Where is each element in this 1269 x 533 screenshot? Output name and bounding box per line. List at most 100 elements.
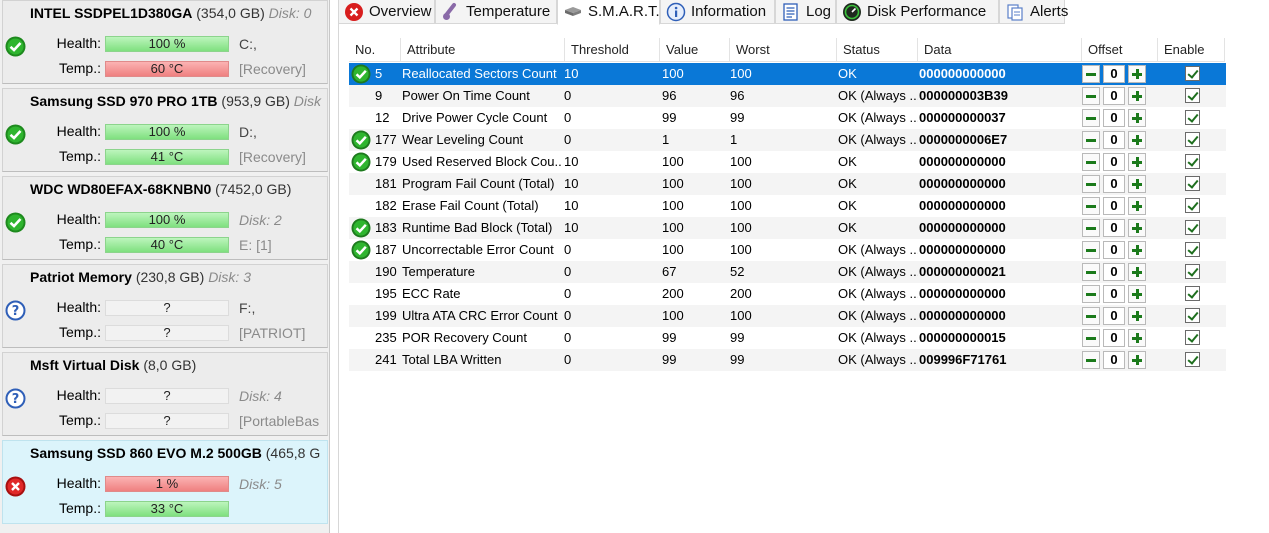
disk-tag: Disk: 3 [208,269,251,285]
offset-minus-button[interactable] [1082,241,1100,259]
offset-plus-button[interactable] [1128,307,1146,325]
offset-value[interactable]: 0 [1103,241,1125,259]
column-header[interactable]: Attribute [401,38,565,62]
tab-alerts[interactable]: Alerts [999,0,1068,24]
enable-checkbox[interactable] [1185,264,1200,279]
table-row[interactable]: 183 Runtime Bad Block (Total) 10 100 100 OK 00… [349,217,1226,239]
enable-checkbox[interactable] [1185,88,1200,103]
offset-minus-button[interactable] [1082,87,1100,105]
table-row[interactable]: 241 Total LBA Written 0 99 99 OK (Always ... 0… [349,349,1226,371]
table-row[interactable]: 199 Ultra ATA CRC Error Count 0 100 100 OK (A… [349,305,1226,327]
offset-value[interactable]: 0 [1103,263,1125,281]
offset-minus-button[interactable] [1082,131,1100,149]
offset-plus-button[interactable] [1128,131,1146,149]
column-header[interactable]: Threshold [565,38,660,62]
enable-checkbox[interactable] [1185,154,1200,169]
offset-value[interactable]: 0 [1103,285,1125,303]
offset-minus-button[interactable] [1082,329,1100,347]
disk-card[interactable]: Samsung SSD 860 EVO M.2 500GB (465,8 G H… [2,440,328,524]
table-row[interactable]: 195 ECC Rate 0 200 200 OK (Always ... 00000000… [349,283,1226,305]
column-header[interactable]: Enable [1158,38,1225,62]
column-header[interactable]: Data [918,38,1082,62]
enable-checkbox[interactable] [1185,352,1200,367]
enable-checkbox[interactable] [1185,330,1200,345]
offset-value[interactable]: 0 [1103,197,1125,215]
offset-minus-button[interactable] [1082,65,1100,83]
column-header[interactable]: Offset [1082,38,1158,62]
attr-raw-data: 000000000000 [919,198,1006,213]
offset-minus-button[interactable] [1082,219,1100,237]
offset-value[interactable]: 0 [1103,109,1125,127]
disk-card[interactable]: WDC WD80EFAX-68KNBN0 (7452,0 GB) Health:… [2,176,328,260]
table-row[interactable]: 235 POR Recovery Count 0 99 99 OK (Always ...… [349,327,1226,349]
disk-card[interactable]: Patriot Memory (230,8 GB) Disk: 3? Health… [2,264,328,348]
enable-checkbox[interactable] [1185,286,1200,301]
table-row[interactable]: 12 Drive Power Cycle Count 0 99 99 OK (Always… [349,107,1226,129]
tab-overview[interactable]: Overview [338,0,435,24]
table-row[interactable]: 190 Temperature 0 67 52 OK (Always ... 0000000… [349,261,1226,283]
offset-minus-button[interactable] [1082,307,1100,325]
offset-minus-button[interactable] [1082,285,1100,303]
offset-minus-button[interactable] [1082,175,1100,193]
disk-card[interactable]: INTEL SSDPEL1D380GA (354,0 GB) Disk: 0 He… [2,0,328,84]
offset-value[interactable]: 0 [1103,219,1125,237]
tab-information[interactable]: Information [660,0,775,24]
offset-plus-button[interactable] [1128,219,1146,237]
offset-plus-button[interactable] [1128,109,1146,127]
offset-value[interactable]: 0 [1103,175,1125,193]
column-header[interactable]: Worst [730,38,837,62]
table-row[interactable]: 182 Erase Fail Count (Total) 10 100 100 OK 000… [349,195,1226,217]
enable-checkbox[interactable] [1185,198,1200,213]
table-row[interactable]: 181 Program Fail Count (Total) 10 100 100 OK 0… [349,173,1226,195]
offset-minus-button[interactable] [1082,153,1100,171]
offset-minus-button[interactable] [1082,263,1100,281]
column-header[interactable]: No. [349,38,401,62]
enable-checkbox[interactable] [1185,132,1200,147]
enable-checkbox[interactable] [1185,66,1200,81]
offset-plus-button[interactable] [1128,263,1146,281]
disk-card[interactable]: Msft Virtual Disk (8,0 GB) ? Health:? Disk… [2,352,328,436]
offset-value[interactable]: 0 [1103,329,1125,347]
offset-value[interactable]: 0 [1103,153,1125,171]
offset-minus-button[interactable] [1082,351,1100,369]
offset-value[interactable]: 0 [1103,65,1125,83]
attr-raw-data: 000000000000 [919,220,1006,235]
offset-value[interactable]: 0 [1103,307,1125,325]
drive-letter: D:, [239,124,257,140]
table-row[interactable]: 187 Uncorrectable Error Count 0 100 100 OK (A… [349,239,1226,261]
offset-plus-button[interactable] [1128,197,1146,215]
attr-threshold: 10 [564,176,579,191]
offset-plus-button[interactable] [1128,87,1146,105]
disk-card[interactable]: Samsung SSD 970 PRO 1TB (953,9 GB) Disk H… [2,88,328,172]
table-row[interactable]: 5 Reallocated Sectors Count 10 100 100 OK 0000… [349,63,1226,85]
offset-plus-button[interactable] [1128,351,1146,369]
attr-value: 100 [662,220,684,235]
tab-log[interactable]: Log [775,0,836,24]
tab-temperature[interactable]: Temperature [435,0,557,24]
tab-label: Disk Performance [867,3,987,20]
offset-minus-button[interactable] [1082,197,1100,215]
offset-plus-button[interactable] [1128,285,1146,303]
offset-value[interactable]: 0 [1103,351,1125,369]
offset-plus-button[interactable] [1128,65,1146,83]
table-row[interactable]: 9 Power On Time Count 0 96 96 OK (Always ... 0… [349,85,1226,107]
enable-checkbox[interactable] [1185,220,1200,235]
offset-minus-button[interactable] [1082,109,1100,127]
tab-s-m-a-r-t[interactable]: S.M.A.R.T. [557,0,660,25]
enable-checkbox[interactable] [1185,308,1200,323]
offset-plus-button[interactable] [1128,241,1146,259]
enable-checkbox[interactable] [1185,110,1200,125]
tab-disk-performance[interactable]: Disk Performance [836,0,999,24]
offset-plus-button[interactable] [1128,153,1146,171]
column-header[interactable]: Value [660,38,730,62]
attr-status: OK (Always ... [838,88,918,103]
column-header[interactable]: Status [837,38,918,62]
offset-value[interactable]: 0 [1103,131,1125,149]
enable-checkbox[interactable] [1185,176,1200,191]
enable-checkbox[interactable] [1185,242,1200,257]
offset-plus-button[interactable] [1128,329,1146,347]
offset-plus-button[interactable] [1128,175,1146,193]
table-row[interactable]: 177 Wear Leveling Count 0 1 1 OK (Always ... 0… [349,129,1226,151]
table-row[interactable]: 179 Used Reserved Block Cou... 10 100 100 OK 0… [349,151,1226,173]
offset-value[interactable]: 0 [1103,87,1125,105]
